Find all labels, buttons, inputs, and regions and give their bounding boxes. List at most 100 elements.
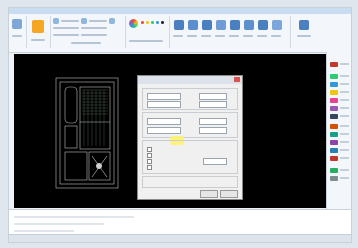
app-menu-icon[interactable] (12, 19, 22, 29)
dialog-section-options (142, 140, 238, 174)
palette-icon[interactable] (330, 176, 338, 181)
tool-label (201, 35, 211, 37)
modify-icon[interactable] (216, 20, 226, 30)
tool-label (187, 35, 197, 37)
status-bar (9, 234, 351, 242)
hatch-pattern (82, 89, 108, 146)
palette-icon[interactable] (330, 114, 338, 119)
palette-icon[interactable] (330, 106, 338, 111)
command-line-panel[interactable] (9, 209, 351, 236)
value-field[interactable] (199, 93, 227, 100)
color-swatch[interactable] (156, 21, 159, 24)
slot-outline (64, 86, 78, 124)
tool-label (257, 35, 267, 37)
modify-icon[interactable] (230, 20, 240, 30)
tool-label (229, 35, 239, 37)
application-window (8, 7, 352, 243)
tool-label (173, 35, 183, 37)
close-icon[interactable] (234, 77, 240, 82)
command-history-line (14, 223, 104, 225)
panel-item-label (340, 75, 349, 77)
tool-label (297, 35, 311, 37)
palette-icon[interactable] (330, 74, 338, 79)
settings-dialog (137, 75, 243, 200)
value-field[interactable] (147, 118, 181, 125)
panel-item-label (340, 133, 349, 135)
value-field[interactable] (203, 158, 227, 165)
ribbon-group-file (9, 16, 27, 48)
value-field[interactable] (147, 93, 181, 100)
panel-item-label (340, 99, 349, 101)
panel-item-label (340, 149, 349, 151)
marker-circle (96, 163, 102, 169)
ribbon-group-properties (291, 16, 317, 48)
modify-icon[interactable] (174, 20, 184, 30)
component-region (79, 86, 111, 150)
color-wheel-icon[interactable] (129, 19, 138, 28)
group-label (129, 40, 163, 42)
cancel-button[interactable] (220, 190, 238, 198)
ok-button[interactable] (200, 190, 218, 198)
panel-item-label (340, 125, 349, 127)
slot-outline (64, 125, 78, 149)
ribbon-label (31, 39, 45, 41)
panel-item-label (340, 107, 349, 109)
option-checkbox[interactable] (147, 165, 152, 170)
value-field[interactable] (147, 101, 181, 108)
tool-label (81, 34, 107, 36)
panel-item-label (340, 115, 349, 117)
value-field[interactable] (199, 118, 227, 125)
panel-item-label (340, 157, 349, 159)
palette-icon[interactable] (330, 140, 338, 145)
properties-icon[interactable] (299, 20, 309, 30)
option-checkbox[interactable] (147, 153, 152, 158)
palette-icon[interactable] (330, 124, 338, 129)
palette-icon[interactable] (330, 62, 338, 67)
lower-left-box (64, 151, 88, 181)
tool-label (215, 35, 225, 37)
tool-label (243, 35, 253, 37)
palette-icon[interactable] (330, 168, 338, 173)
modify-icon[interactable] (202, 20, 212, 30)
ribbon-group-modify (170, 16, 291, 48)
value-field[interactable] (199, 127, 227, 134)
color-swatch[interactable] (161, 21, 164, 24)
dialog-section-top (142, 88, 238, 110)
ribbon-toolbar (9, 14, 351, 53)
dialog-title-bar (138, 76, 242, 84)
panel-item-label (340, 169, 349, 171)
value-field[interactable] (199, 101, 227, 108)
palette-icon[interactable] (330, 156, 338, 161)
palette-icon[interactable] (330, 90, 338, 95)
command-history-line (14, 216, 134, 218)
color-swatch[interactable] (146, 21, 149, 24)
value-field[interactable] (147, 127, 181, 134)
modify-icon[interactable] (258, 20, 268, 30)
tool-icon[interactable] (109, 18, 115, 24)
option-checkbox[interactable] (147, 147, 152, 152)
ribbon-group-home (27, 16, 51, 48)
tool-icon[interactable] (53, 18, 59, 24)
ribbon-label (12, 35, 22, 37)
modify-icon[interactable] (188, 20, 198, 30)
dialog-section-middle (142, 112, 238, 138)
color-swatch[interactable] (141, 21, 144, 24)
modify-icon[interactable] (244, 20, 254, 30)
palette-icon[interactable] (330, 98, 338, 103)
panel-item-label (340, 83, 349, 85)
tool-icon[interactable] (81, 18, 87, 24)
tool-label (61, 20, 79, 22)
panel-item-label (340, 63, 349, 65)
color-swatch[interactable] (151, 21, 154, 24)
group-label (71, 42, 101, 44)
ribbon-group-color (126, 16, 170, 48)
tool-label (89, 20, 107, 22)
palette-icon[interactable] (330, 132, 338, 137)
option-checkbox[interactable] (147, 159, 152, 164)
palette-icon[interactable] (330, 148, 338, 153)
command-input[interactable] (14, 230, 74, 232)
modify-icon[interactable] (272, 20, 282, 30)
palette-icon[interactable] (330, 82, 338, 87)
layer-icon[interactable] (32, 20, 44, 33)
ribbon-group-draw (51, 16, 126, 48)
